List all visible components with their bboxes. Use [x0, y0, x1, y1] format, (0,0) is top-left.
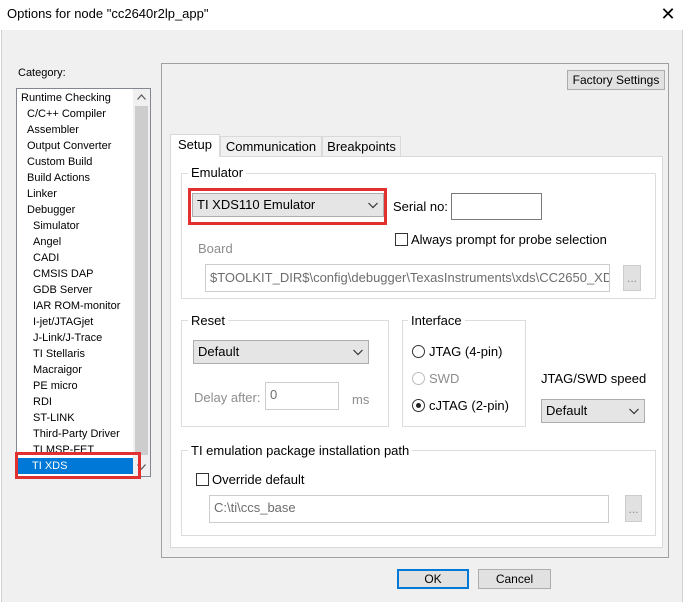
category-item[interactable]: Linker: [19, 186, 57, 202]
category-item[interactable]: Build Actions: [19, 170, 90, 186]
radio-jtag-4pin[interactable]: [412, 345, 425, 358]
category-list[interactable]: Runtime Checking C/C++ Compiler Assembler O…: [16, 88, 151, 477]
delay-after-input[interactable]: 0: [265, 382, 339, 410]
jtag-swd-speed-select[interactable]: Default: [541, 399, 645, 423]
tab-breakpoints[interactable]: Breakpoints: [322, 136, 401, 158]
reset-group: [181, 320, 389, 427]
window-title: Options for node "cc2640r2lp_app": [7, 6, 209, 21]
board-browse-button[interactable]: ...: [623, 265, 641, 291]
chevron-down-icon: [628, 400, 640, 422]
jtag-swd-speed-label: JTAG/SWD speed: [541, 371, 647, 386]
chevron-down-icon: [352, 341, 364, 363]
always-prompt-label: Always prompt for probe selection: [411, 232, 607, 247]
category-item[interactable]: CADI: [19, 250, 59, 266]
highlight-emulator-select: [188, 188, 387, 225]
delay-unit-label: ms: [352, 392, 370, 407]
radio-cjtag-2pin-label: cJTAG (2-pin): [429, 398, 509, 413]
radio-cjtag-2pin[interactable]: [412, 399, 425, 412]
category-item[interactable]: Angel: [19, 234, 61, 250]
serial-no-label: Serial no:: [393, 199, 448, 214]
tab-communication[interactable]: Communication: [220, 136, 322, 158]
delay-after-label: Delay after:: [194, 390, 261, 405]
category-item[interactable]: Debugger: [19, 202, 75, 218]
category-item[interactable]: Custom Build: [19, 154, 92, 170]
radio-swd-label: SWD: [429, 371, 460, 386]
override-default-label: Override default: [212, 472, 305, 487]
category-scrollbar[interactable]: [133, 89, 150, 476]
category-item[interactable]: Assembler: [19, 122, 79, 138]
interface-group-title: Interface: [408, 313, 465, 328]
ti-emulation-group: [181, 450, 656, 536]
highlight-selected-category: [15, 452, 141, 479]
board-label: Board: [198, 241, 233, 256]
active-tab-joint: [171, 156, 219, 158]
category-item[interactable]: PE micro: [19, 378, 78, 394]
category-item[interactable]: Output Converter: [19, 138, 111, 154]
category-item[interactable]: TI Stellaris: [19, 346, 85, 362]
ti-emulation-browse-button[interactable]: ...: [625, 495, 642, 522]
jtag-swd-speed-value: Default: [546, 403, 588, 418]
tab-setup[interactable]: Setup: [170, 134, 220, 158]
radio-jtag-4pin-label: JTAG (4-pin): [429, 344, 503, 359]
always-prompt-checkbox[interactable]: [395, 233, 408, 246]
category-item[interactable]: ST-LINK: [19, 410, 75, 426]
emulator-group-title: Emulator: [188, 165, 247, 180]
category-item[interactable]: RDI: [19, 394, 52, 410]
category-item[interactable]: Simulator: [19, 218, 79, 234]
ok-button[interactable]: OK: [397, 569, 469, 589]
reset-group-title: Reset: [188, 313, 228, 328]
board-path-field[interactable]: $TOOLKIT_DIR$\config\debugger\TexasInstr…: [205, 264, 610, 292]
category-item[interactable]: Runtime Checking: [19, 90, 111, 106]
override-default-checkbox[interactable]: [196, 473, 209, 486]
reset-select-value: Default: [198, 344, 240, 359]
category-label: Category:: [18, 67, 66, 79]
category-item[interactable]: C/C++ Compiler: [19, 106, 106, 122]
scroll-up-icon[interactable]: [133, 89, 150, 106]
close-icon[interactable]: ✕: [656, 3, 680, 25]
category-item[interactable]: J-Link/J-Trace: [19, 330, 102, 346]
category-item[interactable]: Macraigor: [19, 362, 82, 378]
reset-select[interactable]: Default: [193, 340, 369, 364]
cancel-button[interactable]: Cancel: [478, 569, 551, 589]
category-item[interactable]: CMSIS DAP: [19, 266, 94, 282]
category-item[interactable]: IAR ROM-monitor: [19, 298, 120, 314]
ti-emulation-group-title: TI emulation package installation path: [188, 443, 413, 458]
category-item[interactable]: Third-Party Driver: [19, 426, 120, 442]
category-item[interactable]: I-jet/JTAGjet: [19, 314, 93, 330]
serial-no-input[interactable]: [451, 193, 542, 220]
radio-swd: [412, 372, 425, 385]
scroll-thumb[interactable]: [135, 106, 148, 455]
category-item[interactable]: GDB Server: [19, 282, 92, 298]
factory-settings-button[interactable]: Factory Settings: [567, 70, 665, 90]
ti-emulation-path-field[interactable]: C:\ti\ccs_base: [209, 495, 609, 523]
